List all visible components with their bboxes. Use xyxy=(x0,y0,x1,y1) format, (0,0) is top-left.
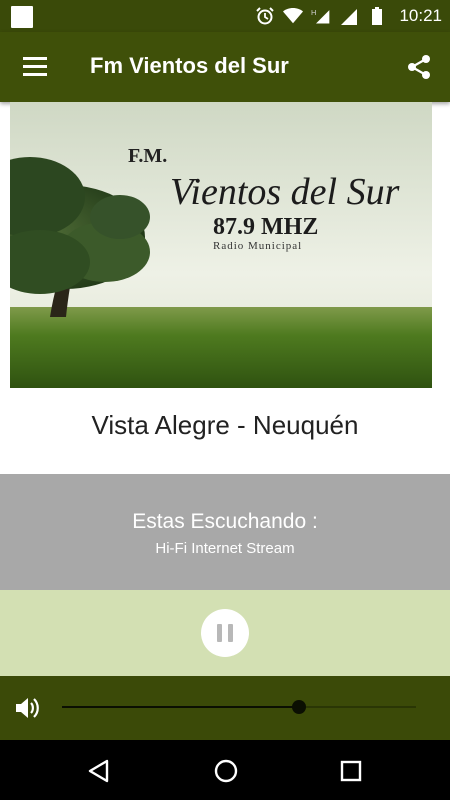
menu-icon[interactable] xyxy=(22,55,48,77)
volume-slider[interactable] xyxy=(62,700,416,714)
status-time: 10:21 xyxy=(399,6,442,25)
volume-fill xyxy=(62,706,299,708)
now-playing-title: Estas Escuchando : xyxy=(132,510,318,533)
status-bar: H 10:21 xyxy=(0,0,450,32)
station-location: Vista Alegre - Neuquén xyxy=(91,410,359,440)
share-icon[interactable] xyxy=(406,54,432,80)
navigation-bar xyxy=(0,740,450,800)
banner-station-name: Vientos del Sur xyxy=(170,171,400,213)
station-banner: F.M. Vientos del Sur 87.9 MHZ Radio Muni… xyxy=(10,102,432,388)
player-panel xyxy=(0,590,450,676)
wifi-icon xyxy=(283,6,304,26)
app-title: Fm Vientos del Sur xyxy=(90,53,289,78)
pause-icon xyxy=(217,624,222,642)
banner-frequency: 87.9 MHZ xyxy=(213,214,318,240)
app-bar: Fm Vientos del Sur xyxy=(0,32,450,102)
notification-square-icon xyxy=(11,6,33,28)
recents-icon[interactable] xyxy=(339,759,363,787)
battery-icon xyxy=(367,6,387,26)
back-icon[interactable] xyxy=(86,758,112,788)
banner-subtitle: Radio Municipal xyxy=(213,240,302,252)
pause-button[interactable] xyxy=(201,609,249,657)
volume-icon[interactable] xyxy=(14,695,42,721)
now-playing-stream: Hi-Fi Internet Stream xyxy=(155,540,295,557)
status-icons: H 10:21 xyxy=(255,4,442,28)
volume-panel xyxy=(0,676,450,740)
signal-h-icon: H xyxy=(311,6,331,26)
home-icon[interactable] xyxy=(213,758,239,788)
alarm-icon xyxy=(255,6,275,26)
signal-icon xyxy=(339,6,359,26)
banner-fm-label: F.M. xyxy=(128,145,167,167)
signal-h-label: H xyxy=(311,8,316,17)
now-playing-panel: Estas Escuchando : Hi-Fi Internet Stream xyxy=(0,474,450,590)
volume-thumb[interactable] xyxy=(292,700,306,714)
